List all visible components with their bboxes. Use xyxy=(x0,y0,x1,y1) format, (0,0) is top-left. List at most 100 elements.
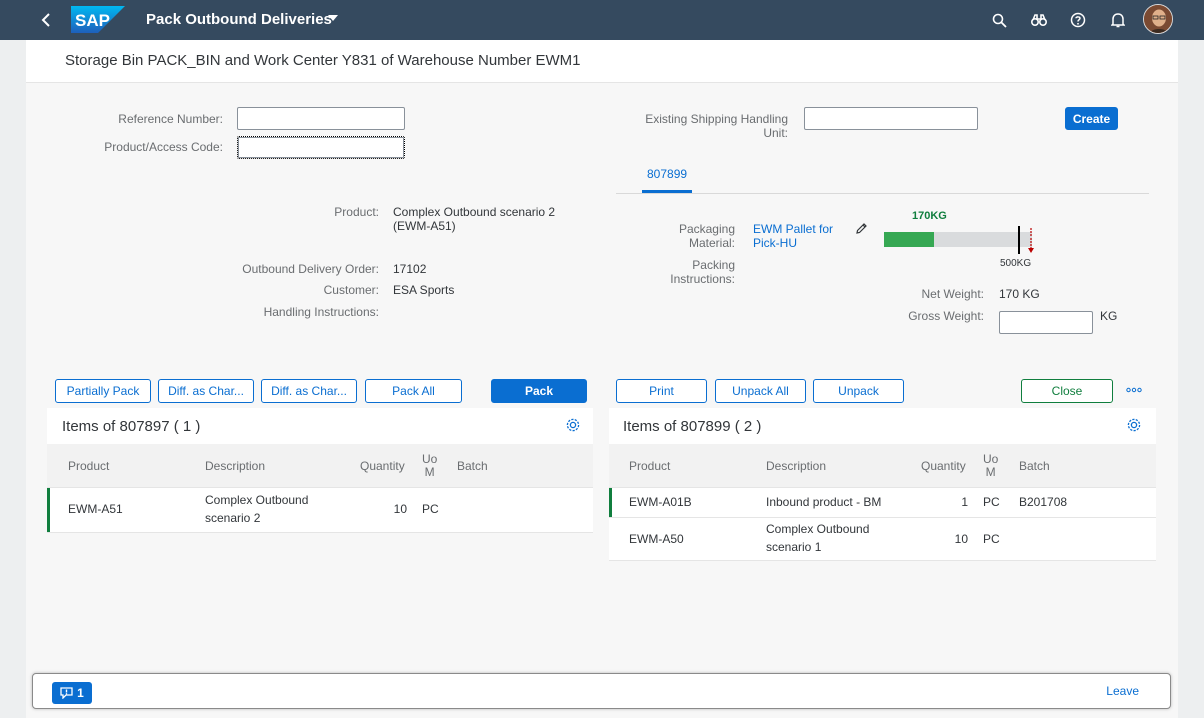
col-quantity: Quantity xyxy=(921,459,966,473)
pack-all-button[interactable]: Pack All xyxy=(365,379,462,403)
cell-product: EWM-A01B xyxy=(629,495,692,509)
tab-807899[interactable]: 807899 xyxy=(647,167,687,181)
cell-uom: PC xyxy=(983,532,1000,546)
cell-batch: B201708 xyxy=(1019,495,1068,509)
weight-current-label: 170KG xyxy=(912,210,947,222)
tab-divider xyxy=(616,193,1149,194)
partially-pack-button[interactable]: Partially Pack xyxy=(55,379,151,403)
packaging-material-link-line2: Pick-HU xyxy=(753,236,797,250)
binoculars-button[interactable] xyxy=(1029,10,1049,30)
app-title[interactable]: Pack Outbound Deliveries xyxy=(146,11,332,28)
product-access-code-label: Product/Access Code: xyxy=(104,140,223,154)
product-label: Product: xyxy=(334,205,379,219)
footer-toolbar: 1 Leave xyxy=(32,673,1171,709)
user-avatar[interactable] xyxy=(1143,4,1173,34)
caret-down-icon[interactable] xyxy=(328,14,338,22)
existing-hu-label: Existing Shipping Handling Unit: xyxy=(596,112,788,140)
customer-label: Customer: xyxy=(323,283,379,297)
messages-count: 1 xyxy=(77,686,84,700)
handling-instructions-label: Handling Instructions: xyxy=(263,305,379,319)
col-uom-line2: M xyxy=(424,465,435,479)
left-table-header: Product Description Quantity Uo M Batch xyxy=(47,444,593,488)
search-icon xyxy=(992,13,1007,28)
col-quantity: Quantity xyxy=(360,459,405,473)
outbound-delivery-order-label: Outbound Delivery Order: xyxy=(242,262,379,276)
cell-uom: PC xyxy=(983,495,1000,509)
left-table-toolbar: Items of 807897 ( 1 ) xyxy=(47,408,593,444)
settings-gear-icon[interactable] xyxy=(1126,417,1142,433)
row-highlight-marker xyxy=(47,488,50,532)
existing-hu-label-line2: Unit: xyxy=(763,126,788,140)
cell-quantity: 10 xyxy=(393,502,407,516)
binoculars-icon xyxy=(1031,14,1047,26)
outbound-delivery-order-value: 17102 xyxy=(393,262,427,276)
unpack-button[interactable]: Unpack xyxy=(813,379,904,403)
weight-max-label: 500KG xyxy=(1000,258,1032,269)
packaging-material-label-line2: Material: xyxy=(688,236,735,250)
existing-hu-label-line1: Existing Shipping Handling xyxy=(645,112,788,126)
unpack-all-button[interactable]: Unpack All xyxy=(715,379,806,403)
col-product: Product xyxy=(68,459,110,473)
notifications-button[interactable] xyxy=(1108,10,1128,30)
cell-description-line2: scenario 2 xyxy=(205,511,261,525)
pack-button[interactable]: Pack xyxy=(491,379,587,403)
cell-product: EWM-A51 xyxy=(68,502,123,516)
create-button[interactable]: Create xyxy=(1065,107,1118,130)
col-batch: Batch xyxy=(457,459,488,473)
cell-description-line1: Complex Outbound xyxy=(766,522,870,536)
cell-description-line1: Complex Outbound xyxy=(205,493,309,507)
col-product: Product xyxy=(629,459,671,473)
col-uom-line2: M xyxy=(985,465,996,479)
col-batch: Batch xyxy=(1019,459,1050,473)
packing-instructions-label-line1: Packing xyxy=(692,258,735,272)
packaging-material-link-line1: EWM Pallet for xyxy=(753,222,834,236)
leave-button[interactable]: Leave xyxy=(1106,684,1139,698)
messages-button[interactable]: 1 xyxy=(52,682,92,704)
cell-quantity: 1 xyxy=(961,495,968,509)
packaging-material-label: Packaging Material: xyxy=(626,222,735,250)
right-table-header: Product Description Quantity Uo M Batch xyxy=(609,444,1156,488)
product-access-code-input[interactable] xyxy=(237,136,405,159)
diff-as-char-button-2[interactable]: Diff. as Char... xyxy=(261,379,357,403)
packaging-material-label-line1: Packaging xyxy=(678,222,735,236)
packing-instructions-label: Packing Instructions: xyxy=(626,258,735,286)
packaging-material-link[interactable]: EWM Pallet for Pick-HU xyxy=(753,222,833,250)
gross-weight-input[interactable] xyxy=(999,311,1093,334)
reference-number-input[interactable] xyxy=(237,107,405,130)
page-title: Storage Bin PACK_BIN and Work Center Y83… xyxy=(65,52,581,69)
edit-pencil-icon[interactable] xyxy=(855,222,868,235)
overweight-arrow-icon xyxy=(1028,228,1034,253)
sap-logo-text: SAP xyxy=(75,11,110,30)
right-table-toolbar: Items of 807899 ( 2 ) xyxy=(609,408,1156,444)
help-icon xyxy=(1070,12,1086,28)
existing-hu-input[interactable] xyxy=(804,107,978,130)
overflow-menu-icon[interactable] xyxy=(1126,387,1142,393)
weight-max-marker xyxy=(1018,226,1020,254)
diff-as-char-button-1[interactable]: Diff. as Char... xyxy=(158,379,254,403)
cell-description: Inbound product - BM xyxy=(766,495,882,509)
cell-description: Complex Outbound scenario 2 xyxy=(205,491,308,527)
cell-product: EWM-A50 xyxy=(629,532,684,546)
table-row[interactable]: EWM-A50 Complex Outbound scenario 1 10 P… xyxy=(609,518,1156,561)
col-uom: Uo M xyxy=(983,453,998,479)
net-weight-label: Net Weight: xyxy=(921,287,984,301)
table-row[interactable]: EWM-A01B Inbound product - BM 1 PC B2017… xyxy=(609,488,1156,518)
chevron-left-icon xyxy=(41,13,50,27)
message-popover-icon xyxy=(60,687,73,699)
close-button[interactable]: Close xyxy=(1021,379,1113,403)
help-button[interactable] xyxy=(1068,10,1088,30)
page-header: Storage Bin PACK_BIN and Work Center Y83… xyxy=(26,40,1178,83)
back-button[interactable] xyxy=(36,10,56,30)
shell-bar: SAP Pack Outbound Deliveries xyxy=(0,0,1204,40)
col-description: Description xyxy=(205,459,266,473)
right-gutter xyxy=(1178,40,1204,718)
search-button[interactable] xyxy=(989,10,1009,30)
gross-weight-unit: KG xyxy=(1100,309,1118,323)
row-highlight-marker xyxy=(609,488,612,517)
print-button[interactable]: Print xyxy=(616,379,707,403)
product-value: Complex Outbound scenario 2 (EWM-A51) xyxy=(393,205,555,233)
settings-gear-icon[interactable] xyxy=(565,417,581,433)
weight-bar-fill xyxy=(884,232,934,247)
bell-icon xyxy=(1111,13,1125,28)
table-row[interactable]: EWM-A51 Complex Outbound scenario 2 10 P… xyxy=(47,488,593,533)
